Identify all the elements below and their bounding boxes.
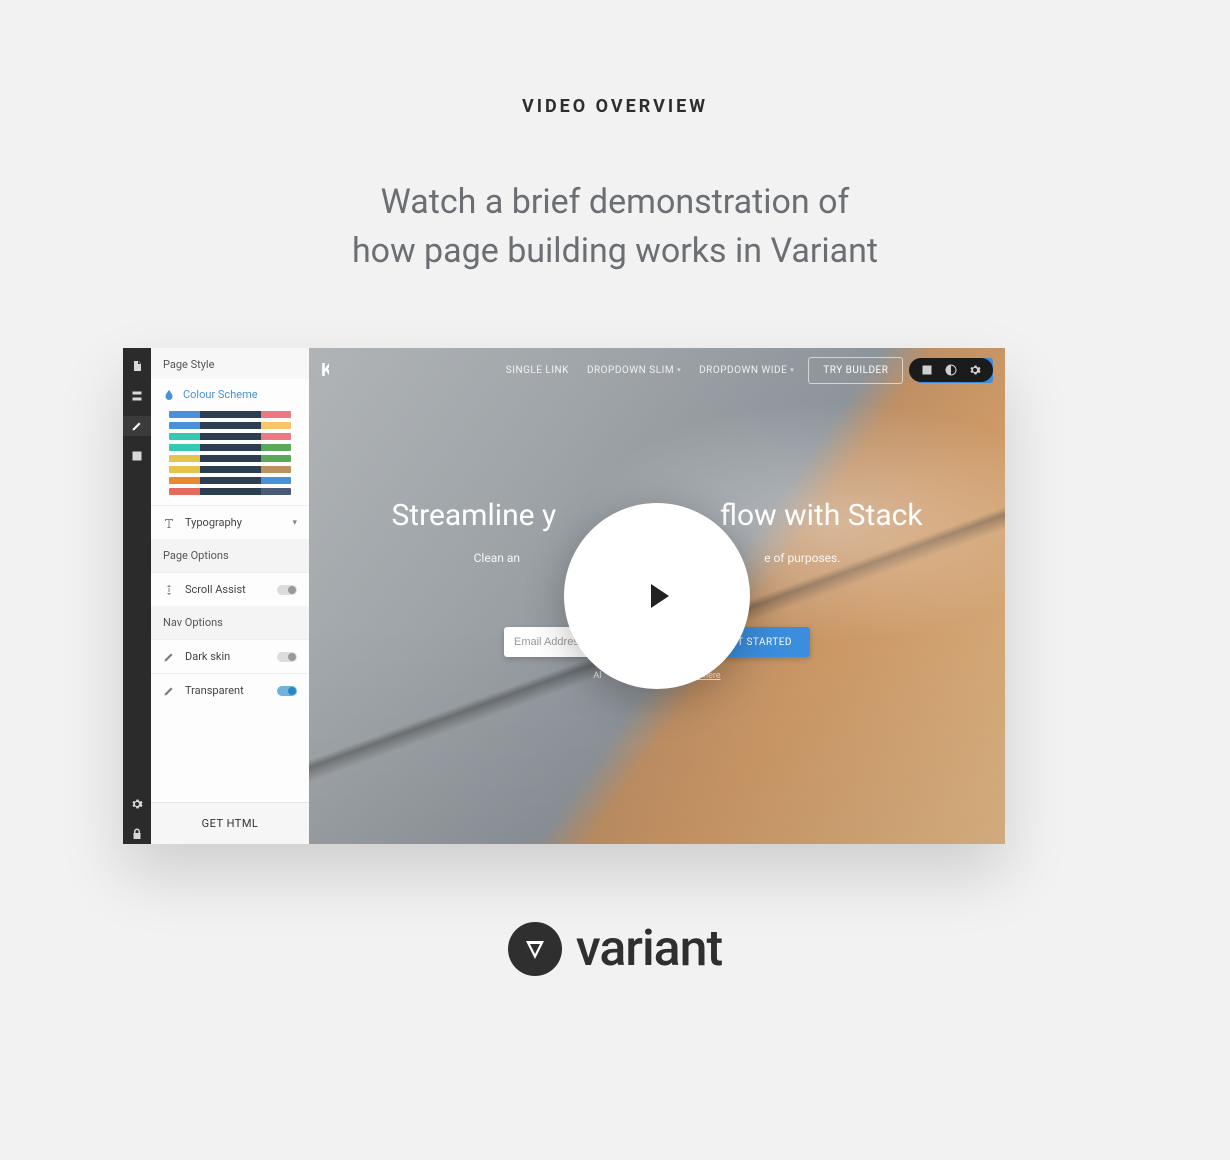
nav-link[interactable]: DROPDOWN WIDE▾ — [699, 365, 794, 376]
try-builder-button[interactable]: TRY BUILDER — [808, 357, 903, 384]
rail-settings-icon[interactable] — [123, 794, 151, 814]
typography-icon — [163, 517, 175, 529]
transparent-toggle[interactable] — [277, 686, 297, 696]
typography-row[interactable]: Typography ▾ — [151, 505, 309, 539]
nav-link[interactable]: SINGLE LINK — [506, 365, 569, 376]
preview-brand-cut: K — [321, 360, 329, 381]
chevron-down-icon: ▾ — [677, 366, 681, 374]
swatch-row[interactable] — [169, 466, 291, 473]
nav-options-heading: Nav Options — [151, 606, 309, 639]
swatch-grid — [151, 407, 309, 505]
swatch-row[interactable] — [169, 433, 291, 440]
variant-logo-mark — [508, 922, 562, 976]
variant-logo-text: variant — [576, 920, 722, 978]
scroll-assist-label: Scroll Assist — [185, 583, 246, 596]
style-sidebar: Page Style Colour Scheme Typography ▾ Pa… — [151, 348, 309, 844]
rail-page-icon[interactable] — [123, 356, 151, 376]
page-options-heading: Page Options — [151, 539, 309, 572]
rail-lock-icon[interactable] — [123, 824, 151, 844]
swatch-row[interactable] — [169, 488, 291, 495]
colour-scheme-row[interactable]: Colour Scheme — [151, 379, 309, 407]
preview-nav-links: SINGLE LINK DROPDOWN SLIM▾ DROPDOWN WIDE▾ — [506, 365, 795, 376]
nav-link[interactable]: DROPDOWN SLIM▾ — [587, 365, 681, 376]
swatch-row[interactable] — [169, 444, 291, 451]
icon-rail — [123, 348, 151, 844]
contrast-icon[interactable] — [945, 364, 957, 376]
scroll-assist-toggle[interactable] — [277, 585, 297, 595]
page-eyebrow: VIDEO OVERVIEW — [0, 96, 1230, 117]
subtitle-line-1: Watch a brief demonstration of — [381, 182, 850, 222]
preview-canvas: K SINGLE LINK DROPDOWN SLIM▾ DROPDOWN WIDE… — [309, 348, 1005, 844]
brush-icon — [163, 685, 175, 697]
page-style-heading: Page Style — [151, 348, 309, 379]
gear-icon[interactable] — [969, 364, 981, 376]
swatch-row[interactable] — [169, 477, 291, 484]
builder-app: Page Style Colour Scheme Typography ▾ Pa… — [123, 348, 1005, 844]
chevron-down-icon: ▾ — [790, 366, 794, 374]
rail-style-icon[interactable] — [123, 416, 151, 436]
play-icon — [651, 584, 669, 608]
subtitle-line-2: how page building works in Variant — [352, 231, 878, 271]
scroll-assist-row[interactable]: Scroll Assist — [151, 572, 309, 606]
get-html-button[interactable]: GET HTML — [151, 802, 309, 844]
rail-sections-icon[interactable] — [123, 386, 151, 406]
colour-scheme-label: Colour Scheme — [183, 388, 258, 401]
variant-mark-icon — [523, 937, 547, 961]
dark-skin-label: Dark skin — [185, 650, 230, 663]
rail-layout-icon[interactable] — [123, 446, 151, 466]
transparent-label: Transparent — [185, 684, 244, 697]
preview-topnav: K SINGLE LINK DROPDOWN SLIM▾ DROPDOWN WIDE… — [309, 348, 1005, 392]
droplet-icon — [163, 389, 175, 401]
chevron-down-icon: ▾ — [292, 518, 297, 528]
dark-skin-row[interactable]: Dark skin — [151, 639, 309, 673]
swatch-row[interactable] — [169, 455, 291, 462]
swatch-row[interactable] — [169, 411, 291, 418]
page-subtitle: Watch a brief demonstration of how page … — [0, 178, 1230, 277]
swatch-row[interactable] — [169, 422, 291, 429]
typography-label: Typography — [185, 516, 242, 529]
image-icon[interactable] — [921, 364, 933, 376]
variant-logo: variant — [0, 920, 1230, 978]
transparent-row[interactable]: Transparent — [151, 673, 309, 707]
brush-icon — [163, 651, 175, 663]
canvas-tool-pill — [909, 358, 993, 382]
play-video-button[interactable] — [564, 503, 750, 689]
dark-skin-toggle[interactable] — [277, 652, 297, 662]
scroll-icon — [163, 584, 175, 596]
